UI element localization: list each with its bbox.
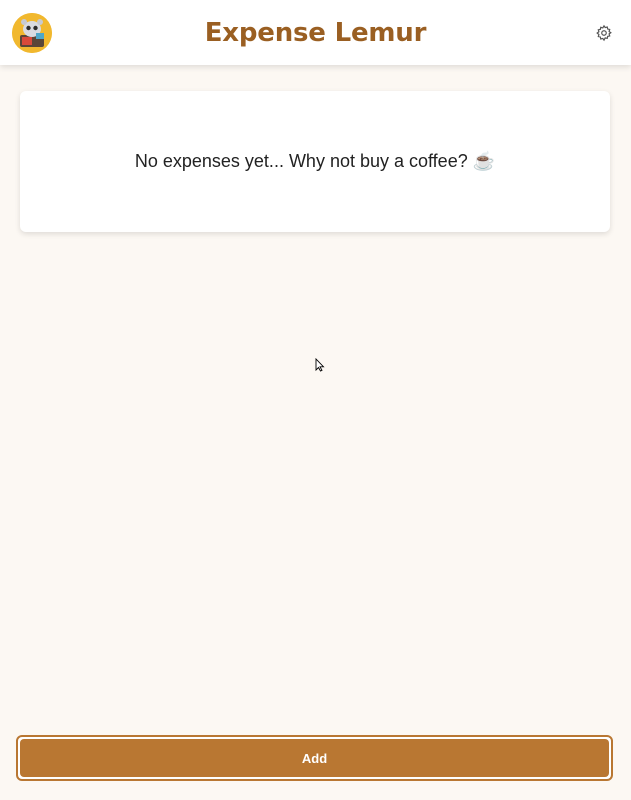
app-header: Expense Lemur xyxy=(0,0,631,65)
add-button[interactable]: Add xyxy=(20,739,609,777)
gear-icon[interactable] xyxy=(595,24,613,42)
lemur-logo-icon xyxy=(12,13,52,53)
empty-state-card: No expenses yet... Why not buy a coffee?… xyxy=(20,91,610,232)
app-title: Expense Lemur xyxy=(204,17,427,48)
mouse-cursor-icon xyxy=(315,358,325,372)
empty-state-message: No expenses yet... Why not buy a coffee?… xyxy=(134,151,496,171)
add-button-focus-ring: Add xyxy=(16,735,613,781)
app-window: Expense Lemur No expenses yet... Why not… xyxy=(0,0,631,800)
expense-list-area: No expenses yet... Why not buy a coffee?… xyxy=(0,65,631,800)
